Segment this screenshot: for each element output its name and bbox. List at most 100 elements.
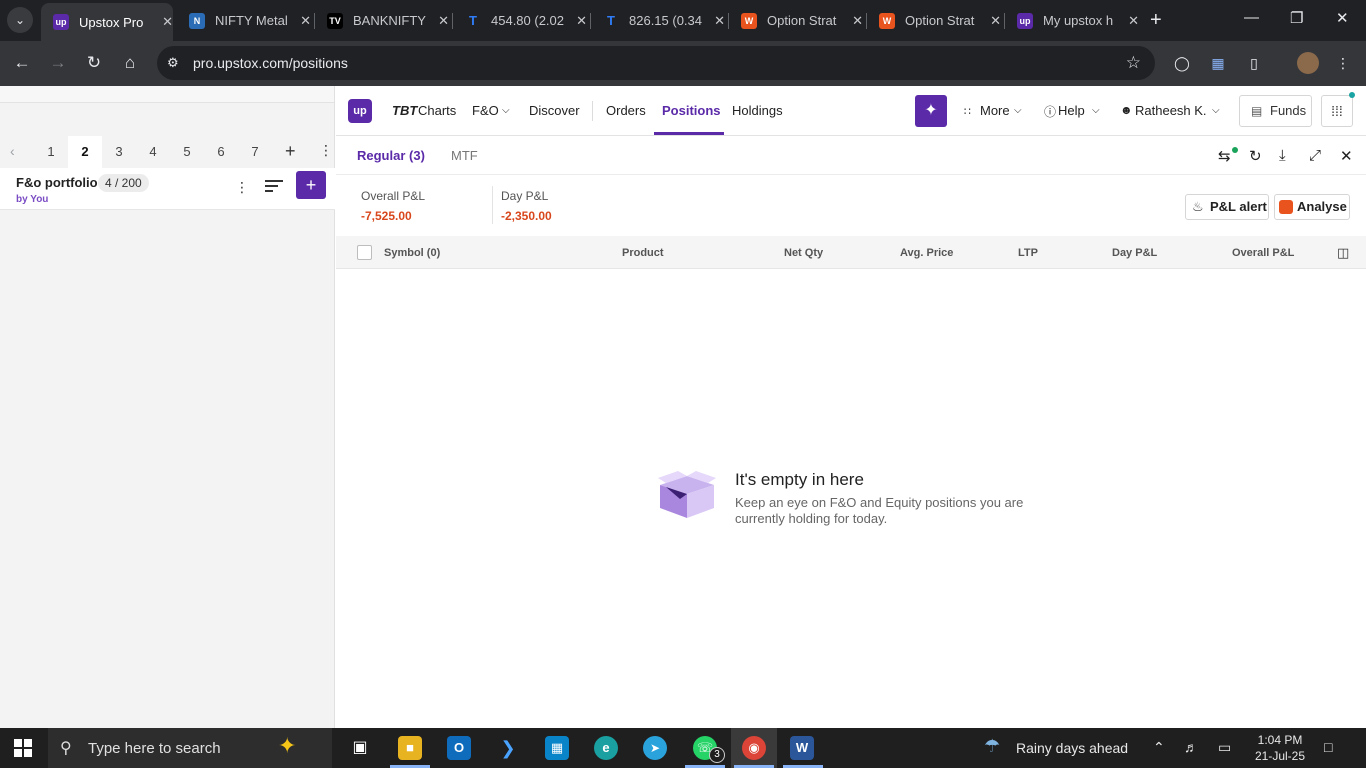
outlook-icon[interactable]: O: [447, 736, 471, 760]
apps-grid-button[interactable]: ⁞⁞⁞: [1321, 95, 1353, 127]
pnl-alert-button[interactable]: ♨ P&L alert: [1185, 194, 1269, 220]
add-instrument-button[interactable]: +: [296, 171, 326, 199]
sort-icon[interactable]: [265, 180, 283, 195]
profile-avatar[interactable]: [1297, 52, 1319, 74]
download-icon[interactable]: ⤓: [1279, 147, 1286, 164]
edge-icon[interactable]: e: [594, 736, 618, 760]
column-avg-price[interactable]: Avg. Price: [900, 247, 953, 259]
volume-icon[interactable]: ♬: [1184, 739, 1198, 755]
chevron-up-icon[interactable]: ⌃: [1153, 739, 1165, 756]
user-icon[interactable]: ☻: [1120, 103, 1133, 117]
restore-icon[interactable]: ❐: [1290, 9, 1303, 27]
watchlist-tab-6[interactable]: 6: [204, 136, 238, 168]
nav-charts[interactable]: Charts: [418, 103, 456, 118]
chevron-down-icon[interactable]: ⌵: [1092, 105, 1100, 116]
browser-tab-upstox-pro[interactable]: up Upstox Pro ✕: [41, 3, 173, 41]
forward-icon[interactable]: →: [47, 52, 69, 74]
store-icon[interactable]: ▦: [545, 736, 569, 760]
word-icon[interactable]: W: [790, 736, 814, 760]
chevron-down-icon[interactable]: ⌵: [1014, 105, 1022, 116]
refresh-icon[interactable]: ↻: [1249, 147, 1262, 165]
bookmark-star-icon[interactable]: ☆: [1126, 53, 1141, 73]
close-icon[interactable]: ✕: [1340, 147, 1353, 165]
nav-help[interactable]: Help: [1058, 103, 1085, 118]
tbt-label[interactable]: TBT: [392, 103, 417, 118]
task-view-icon[interactable]: ▣: [348, 736, 372, 760]
nav-more[interactable]: More: [980, 103, 1010, 118]
telegram-icon[interactable]: ➤: [643, 736, 667, 760]
file-explorer-icon[interactable]: ■: [398, 736, 422, 760]
nav-orders[interactable]: Orders: [606, 103, 646, 118]
close-icon[interactable]: ✕: [300, 13, 311, 29]
back-icon[interactable]: ←: [11, 52, 33, 74]
watchlist-tab-7[interactable]: 7: [238, 136, 272, 168]
tab-search-icon[interactable]: ⌄: [7, 7, 33, 33]
upstox-logo[interactable]: up: [348, 99, 372, 123]
search-placeholder[interactable]: Type here to search: [88, 740, 221, 757]
nav-holdings[interactable]: Holdings: [732, 103, 783, 118]
address-bar[interactable]: ⚙ pro.upstox.com/positions ☆: [157, 46, 1155, 80]
nav-positions[interactable]: Positions: [662, 103, 721, 118]
extensions-puzzle-icon[interactable]: ▯: [1244, 53, 1264, 73]
nav-fno[interactable]: F&O: [472, 103, 499, 118]
column-ltp[interactable]: LTP: [1018, 247, 1038, 259]
windows-start-icon[interactable]: [14, 739, 32, 757]
column-symbol[interactable]: Symbol (0): [384, 247, 440, 259]
window-close-icon[interactable]: ✕: [1336, 9, 1349, 27]
chevron-left-icon[interactable]: ‹: [10, 143, 15, 159]
display-icon[interactable]: ▭: [1218, 739, 1231, 756]
column-overall-pnl[interactable]: Overall P&L: [1232, 247, 1294, 259]
taskbar-search[interactable]: ⚲ Type here to search ✦: [48, 728, 332, 768]
close-icon[interactable]: ✕: [438, 13, 449, 29]
nav-discover[interactable]: Discover: [529, 103, 580, 118]
reload-icon[interactable]: ↻: [83, 52, 105, 74]
weather-text[interactable]: Rainy days ahead: [1016, 740, 1128, 756]
system-clock[interactable]: 1:04 PM 21-Jul-25: [1252, 732, 1308, 764]
browser-tab-option-strat-1[interactable]: W Option Strat ✕: [729, 0, 863, 41]
add-watchlist-icon[interactable]: +: [285, 141, 296, 162]
more-vertical-icon[interactable]: ⋮: [319, 142, 333, 159]
chevron-down-icon[interactable]: ⌵: [502, 105, 510, 116]
close-icon[interactable]: ✕: [714, 13, 725, 29]
watchlist-tab-3[interactable]: 3: [102, 136, 136, 168]
browser-tab-banknifty[interactable]: TV BANKNIFTY ✕: [315, 0, 449, 41]
browser-tab-quote-2[interactable]: T 826.15 (0.34 ✕: [591, 0, 725, 41]
tab-mtf[interactable]: MTF: [451, 148, 478, 163]
url-text[interactable]: pro.upstox.com/positions: [193, 55, 348, 71]
home-icon[interactable]: ⌂: [119, 52, 141, 74]
watchlist-tab-2[interactable]: 2: [68, 136, 102, 168]
browser-tab-my-upstox[interactable]: up My upstox h ✕: [1005, 0, 1139, 41]
browser-tab-quote-1[interactable]: T 454.80 (2.02 ✕: [453, 0, 587, 41]
site-info-icon[interactable]: ⚙: [167, 55, 179, 71]
select-all-checkbox[interactable]: [357, 245, 372, 260]
extension-grid-icon[interactable]: ▦: [1208, 53, 1228, 73]
collapse-icon[interactable]: ⤢: [1309, 147, 1321, 164]
close-icon[interactable]: ✕: [162, 14, 173, 30]
column-settings-icon[interactable]: ◫: [1337, 245, 1349, 261]
column-net-qty[interactable]: Net Qty: [784, 247, 823, 259]
ai-sparkle-button[interactable]: ✦: [915, 95, 947, 127]
close-icon[interactable]: ✕: [990, 13, 1001, 29]
more-vertical-icon[interactable]: ⋮: [235, 179, 249, 196]
portfolio-name[interactable]: F&o portfolio: [16, 175, 98, 190]
watchlist-tab-5[interactable]: 5: [170, 136, 204, 168]
convert-position-icon[interactable]: ⇆: [1218, 147, 1231, 165]
nav-user[interactable]: Ratheesh K.: [1135, 103, 1207, 118]
vscode-icon[interactable]: ❯: [496, 736, 520, 760]
notification-icon[interactable]: □: [1324, 739, 1332, 755]
browser-tab-nifty-metal[interactable]: N NIFTY Metal ✕: [177, 0, 311, 41]
minimize-icon[interactable]: —: [1244, 9, 1259, 26]
extension-shield-icon[interactable]: ◯: [1172, 53, 1192, 73]
browser-menu-icon[interactable]: ⋮: [1333, 53, 1353, 73]
browser-tab-option-strat-2[interactable]: W Option Strat ✕: [867, 0, 1001, 41]
column-product[interactable]: Product: [622, 247, 664, 259]
funds-button[interactable]: ▤ Funds: [1239, 95, 1312, 127]
close-icon[interactable]: ✕: [1128, 13, 1139, 29]
chevron-down-icon[interactable]: ⌵: [1212, 105, 1220, 116]
help-icon[interactable]: ⓘ: [1044, 103, 1056, 120]
watchlist-tab-4[interactable]: 4: [136, 136, 170, 168]
close-icon[interactable]: ✕: [852, 13, 863, 29]
watchlist-tab-1[interactable]: 1: [34, 136, 68, 168]
column-day-pnl[interactable]: Day P&L: [1112, 247, 1157, 259]
tab-regular[interactable]: Regular (3): [357, 148, 425, 163]
